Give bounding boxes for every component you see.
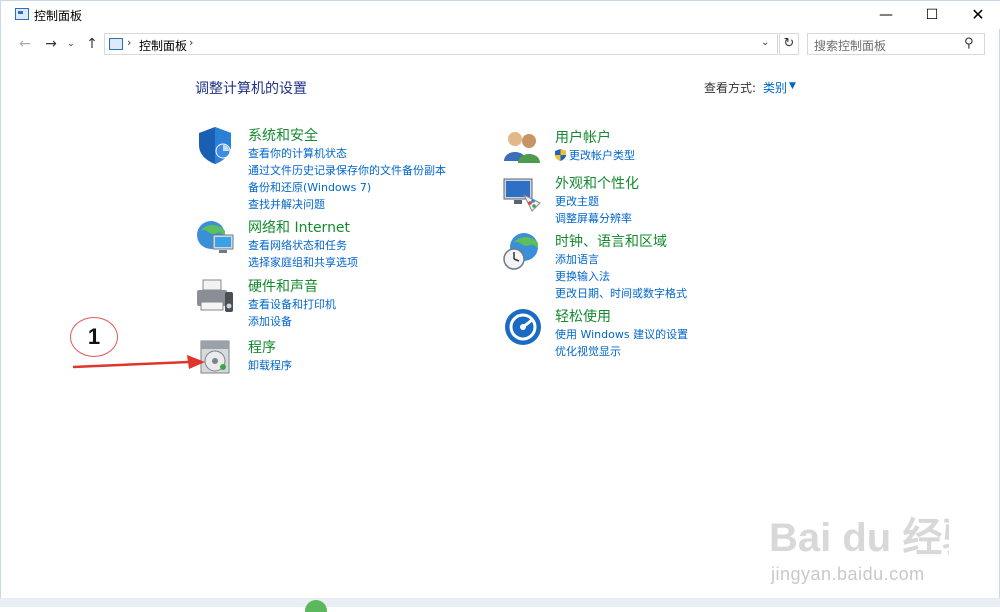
search-icon[interactable]: ⚲ [964,36,974,51]
category-ease-of-access: 轻松使用 使用 Windows 建议的设置 优化视觉显示 [502,306,792,358]
category-user-accounts: 用户帐户 更改帐户类型 [502,127,792,167]
back-button[interactable]: ← [15,34,35,54]
category-heading[interactable]: 系统和安全 [248,125,318,145]
window-title: 控制面板 [34,9,83,23]
category-heading[interactable]: 外观和个性化 [555,173,639,193]
users-icon[interactable] [502,127,542,167]
category-clock-language-region: 时钟、语言和区域 添加语言 更换输入法 更改日期、时间或数字格式 [502,231,792,301]
address-bar[interactable]: › 控制面板 › ⌄ [104,33,778,55]
close-button[interactable]: ✕ [955,1,1000,29]
category-heading[interactable]: 轻松使用 [555,306,611,326]
category-heading[interactable]: 网络和 Internet [248,217,350,237]
minimize-button[interactable]: — [863,1,909,29]
category-heading[interactable]: 硬件和声音 [248,276,318,296]
link-troubleshoot[interactable]: 查找并解决问题 [248,196,446,213]
view-by-dropdown[interactable]: 类别 [763,79,787,96]
category-system-security: 系统和安全 查看你的计算机状态 通过文件历史记录保存你的文件备份副本 备份和还原… [195,125,485,211]
link-uninstall-program[interactable]: 卸载程序 [248,357,292,374]
shield-icon[interactable] [195,125,235,165]
recent-locations-button[interactable]: ⌄ [64,34,78,54]
category-heading[interactable]: 时钟、语言和区域 [555,231,667,251]
uac-shield-icon [555,149,566,161]
page-title: 调整计算机的设置 [195,81,307,97]
view-by-label: 查看方式: [704,81,757,95]
monitor-palette-icon[interactable] [502,173,542,213]
category-heading[interactable]: 程序 [248,337,276,357]
link-optimize-visual-display[interactable]: 优化视觉显示 [555,343,688,360]
navigation-bar: ← → ⌄ ↑ › 控制面板 › ⌄ ↻ 搜索控制面板 ⚲ [1,29,1000,59]
category-appearance: 外观和个性化 更改主题 调整屏幕分辨率 [502,173,792,225]
annotation-step-number: 1 [70,317,118,357]
baidu-jingyan-watermark: Bai du 经验 [769,516,949,560]
forward-button[interactable]: → [41,34,61,54]
link-windows-recommended-settings[interactable]: 使用 Windows 建议的设置 [555,326,688,343]
category-heading[interactable]: 用户帐户 [555,127,611,147]
clock-globe-icon[interactable] [502,231,542,271]
link-view-computer-status[interactable]: 查看你的计算机状态 [248,145,446,162]
breadcrumb-separator[interactable]: › [189,36,193,49]
category-programs: 程序 卸载程序 [195,337,485,377]
search-input[interactable]: 搜索控制面板 ⚲ [807,33,985,55]
breadcrumb-separator[interactable]: › [127,36,131,49]
category-hardware-sound: 硬件和声音 查看设备和打印机 添加设备 [195,276,485,328]
link-label[interactable]: 更改帐户类型 [569,149,635,162]
category-network-internet: 网络和 Internet 查看网络状态和任务 选择家庭组和共享选项 [195,217,485,269]
link-add-device[interactable]: 添加设备 [248,313,336,330]
network-globe-icon[interactable] [195,217,235,257]
link-file-history-backup[interactable]: 通过文件历史记录保存你的文件备份副本 [248,162,446,179]
link-screen-resolution[interactable]: 调整屏幕分辨率 [555,210,632,227]
annotation-arrow-icon [72,355,205,369]
link-change-account-type[interactable]: 更改帐户类型 [555,147,635,164]
breadcrumb-control-panel[interactable]: 控制面板 [139,37,187,54]
watermark-url: jingyan.baidu.com [771,564,925,584]
watermark-brand: Bai du 经验 [769,516,949,560]
search-placeholder: 搜索控制面板 [814,39,887,53]
title-bar: 控制面板 — ☐ ✕ [1,1,1000,29]
taskbar-strip [0,598,1000,607]
link-add-language[interactable]: 添加语言 [555,251,687,268]
link-devices-printers[interactable]: 查看设备和打印机 [248,296,336,313]
printer-icon[interactable] [195,276,235,316]
control-panel-icon [109,38,123,50]
control-panel-window: 控制面板 — ☐ ✕ ← → ⌄ ↑ › 控制面板 › ⌄ ↻ 搜索控制面板 ⚲… [0,0,1000,607]
refresh-button[interactable]: ↻ [779,33,799,55]
chevron-down-icon[interactable]: ▼ [789,81,796,91]
link-change-theme[interactable]: 更改主题 [555,193,632,210]
link-change-input-method[interactable]: 更换输入法 [555,268,687,285]
link-network-status[interactable]: 查看网络状态和任务 [248,237,358,254]
up-button[interactable]: ↑ [83,34,101,54]
maximize-button[interactable]: ☐ [909,1,955,29]
link-date-time-format[interactable]: 更改日期、时间或数字格式 [555,285,687,302]
link-backup-restore[interactable]: 备份和还原(Windows 7) [248,179,446,196]
control-panel-icon [15,8,29,20]
address-dropdown-button[interactable]: ⌄ [761,37,769,48]
link-homegroup-sharing[interactable]: 选择家庭组和共享选项 [248,254,358,271]
ease-of-access-icon[interactable] [502,306,542,346]
